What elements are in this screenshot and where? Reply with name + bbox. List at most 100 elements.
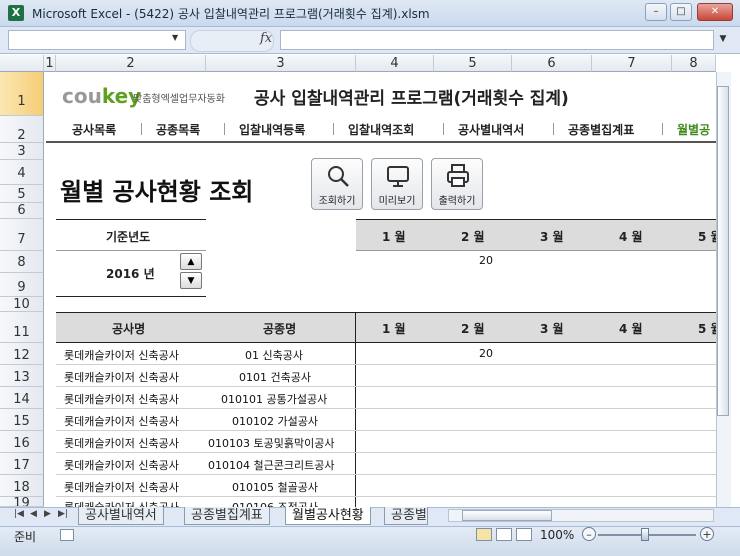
cell-work-type: 010105 철골공사 [232, 481, 318, 494]
next-sheet-icon[interactable]: ▶ [44, 509, 51, 519]
row-header-11[interactable]: 11 [0, 312, 44, 343]
first-sheet-icon[interactable]: |◀ [14, 509, 24, 519]
zoom-in-button[interactable]: + [700, 527, 714, 541]
sheet-tab[interactable]: 공사별내역서 [78, 507, 164, 525]
nav-item-work-type-list[interactable]: 공종목록 [156, 121, 200, 138]
nav-divider [662, 123, 663, 135]
macro-record-icon[interactable] [60, 529, 74, 541]
zoom-slider-thumb[interactable] [641, 528, 649, 541]
nav-item-bid-search[interactable]: 입찰내역조회 [348, 121, 414, 138]
cell-project: 롯데캐슬카이저 신축공사 [64, 393, 179, 406]
cell-project: 롯데캐슬카이저 신축공사 [64, 349, 179, 362]
cell-work-type: 010102 가설공사 [232, 415, 318, 428]
nav-item-work-type-summary[interactable]: 공종별집계표 [568, 121, 634, 138]
filter-bottom-border [56, 296, 206, 297]
filter-top-border [56, 219, 206, 220]
print-button-label: 출력하기 [438, 196, 476, 207]
year-up-button[interactable]: ▲ [180, 253, 202, 270]
nav-item-monthly[interactable]: 월별공 [677, 121, 715, 138]
cell-work-type: 0101 건축공사 [239, 371, 311, 384]
row-header-17[interactable]: 17 [0, 453, 44, 475]
summary-header-border [356, 250, 716, 251]
table-month-header-1: 1 월 [382, 322, 406, 336]
formula-expand-icon[interactable]: ▼ [716, 30, 730, 48]
row-header-18[interactable]: 18 [0, 475, 44, 497]
preview-button[interactable]: 미리보기 [371, 158, 423, 210]
zoom-level[interactable]: 100% [540, 528, 574, 542]
row-header-5[interactable]: 5 [0, 185, 44, 203]
search-button[interactable]: 조회하기 [311, 158, 363, 210]
print-button[interactable]: 출력하기 [431, 158, 483, 210]
nav-item-project-list[interactable]: 공사목록 [72, 121, 116, 138]
row-header-16[interactable]: 16 [0, 431, 44, 453]
row-header-4[interactable]: 4 [0, 160, 44, 185]
row-header-13[interactable]: 13 [0, 365, 44, 387]
insert-function-icon[interactable]: fx [260, 31, 272, 46]
select-all-corner[interactable] [0, 55, 44, 72]
nav-item-bid-register[interactable]: 입찰내역등록 [239, 121, 305, 138]
col-header-1[interactable]: 1 [44, 55, 56, 72]
col-header-6[interactable]: 6 [512, 55, 592, 72]
name-box[interactable] [8, 30, 186, 50]
close-button[interactable]: ✕ [697, 3, 733, 21]
cell-work-type: 010103 토공및흙막이공사 [208, 437, 335, 450]
row-header-19[interactable]: 19 [0, 497, 44, 507]
column-header-work-type: 공종명 [263, 322, 297, 336]
row-header-1[interactable]: 1 [0, 72, 44, 116]
year-down-button[interactable]: ▼ [180, 272, 202, 289]
cell-project: 롯데캐슬카이저 신축공사 [64, 415, 179, 428]
sheet-tab[interactable]: 공종별집계표 [184, 507, 270, 525]
excel-app-icon[interactable]: X [8, 5, 24, 21]
month-header-1: 1 월 [382, 230, 406, 244]
row-header-3[interactable]: 3 [0, 143, 44, 160]
name-box-dropdown-icon[interactable]: ▼ [172, 33, 178, 42]
base-year-value[interactable]: 2016 년 [106, 265, 155, 282]
page-title: 월별 공사현황 조회 [60, 178, 254, 206]
sheet-tab-active[interactable]: 월별공사현황 [285, 507, 371, 525]
col-header-5[interactable]: 5 [434, 55, 512, 72]
nav-divider [333, 123, 334, 135]
col-header-8[interactable]: 8 [672, 55, 716, 72]
cell-work-type: 010101 공통가설공사 [221, 393, 328, 406]
search-button-label: 조회하기 [318, 196, 356, 207]
sheet-tab[interactable]: 공종별 [384, 507, 428, 525]
month-header-4: 4 월 [619, 230, 643, 244]
col-header-7[interactable]: 7 [592, 55, 672, 72]
col-header-3[interactable]: 3 [206, 55, 356, 72]
prev-sheet-icon[interactable]: ◀ [30, 509, 37, 519]
preview-button-label: 미리보기 [378, 196, 416, 207]
filter-divider [56, 250, 206, 251]
row-header-9[interactable]: 9 [0, 273, 44, 297]
row-header-10[interactable]: 10 [0, 297, 44, 312]
page-layout-view-icon[interactable] [496, 528, 512, 541]
minimize-button[interactable]: – [645, 3, 667, 21]
normal-view-icon[interactable] [476, 528, 492, 541]
page-break-view-icon[interactable] [516, 528, 532, 541]
row-header-8[interactable]: 8 [0, 251, 44, 273]
nav-divider [443, 123, 444, 135]
row-header-7[interactable]: 7 [0, 219, 44, 251]
row-divider [56, 452, 716, 453]
col-header-4[interactable]: 4 [356, 55, 434, 72]
formula-input[interactable] [280, 30, 714, 50]
column-header-project: 공사명 [112, 322, 146, 336]
table-month-header-3: 3 월 [540, 322, 564, 336]
row-header-6[interactable]: 6 [0, 203, 44, 219]
row-header-12[interactable]: 12 [0, 343, 44, 365]
row-divider [56, 474, 716, 475]
vertical-scroll-thumb[interactable] [717, 86, 729, 416]
row-header-2[interactable]: 2 [0, 116, 44, 143]
col-header-2[interactable]: 2 [56, 55, 206, 72]
nav-item-project-statement[interactable]: 공사별내역서 [458, 121, 524, 138]
row-header-15[interactable]: 15 [0, 409, 44, 431]
zoom-out-button[interactable]: – [582, 527, 596, 541]
status-ready: 준비 [14, 530, 37, 544]
cell-project: 롯데캐슬카이저 신축공사 [64, 481, 179, 494]
month-header-3: 3 월 [540, 230, 564, 244]
horizontal-scroll-thumb[interactable] [462, 510, 552, 521]
last-sheet-icon[interactable]: ▶| [58, 509, 68, 519]
cell-work-type: 010104 철근콘크리트공사 [208, 459, 335, 472]
row-header-14[interactable]: 14 [0, 387, 44, 409]
maximize-button[interactable]: □ [670, 3, 692, 21]
month-header-5: 5 월 [698, 230, 716, 244]
